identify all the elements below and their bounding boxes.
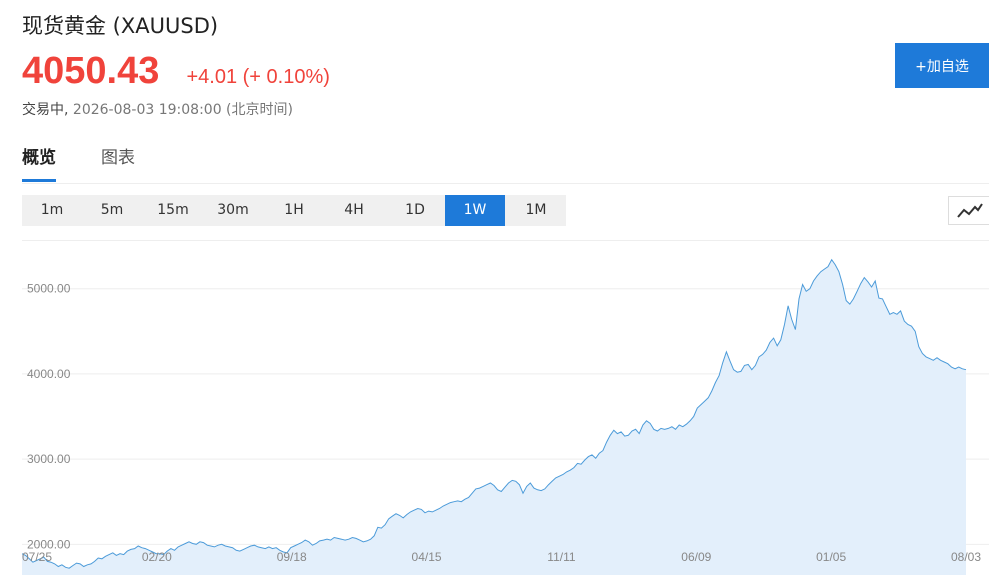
period-1mo[interactable]: 1M [506, 195, 566, 226]
price-chart[interactable]: 2000.00 3000.00 4000.00 5000.00 07/25 02/20 09… [22, 240, 989, 584]
period-1w[interactable]: 1W [445, 195, 505, 226]
period-5m[interactable]: 5m [82, 195, 142, 226]
chart-type-button[interactable] [948, 196, 989, 225]
line-chart-icon [957, 203, 983, 218]
tab-overview[interactable]: 概览 [22, 143, 56, 182]
price-row: 4050.43 +4.01 (+ 0.10%) [22, 50, 330, 94]
period-1d[interactable]: 1D [385, 195, 445, 226]
x-tick-label: 06/09 [681, 550, 711, 564]
add-to-watchlist-button[interactable]: +加自选 [895, 43, 989, 88]
x-tick-label: 04/15 [412, 550, 442, 564]
x-tick-label: 02/20 [142, 550, 172, 564]
x-tick-label: 11/11 [547, 550, 576, 564]
x-tick-label: 07/25 [22, 550, 52, 564]
x-tick-label: 08/03 [951, 550, 981, 564]
tab-chart[interactable]: 图表 [101, 143, 135, 182]
period-selector: 1m 5m 15m 30m 1H 4H 1D 1W 1M [22, 195, 566, 226]
current-price: 4050.43 [22, 50, 160, 92]
period-30m[interactable]: 30m [203, 195, 263, 226]
y-tick-label: 5000.00 [27, 282, 71, 296]
price-change: +4.01 (+ 0.10%) [186, 66, 330, 88]
period-4h[interactable]: 4H [324, 195, 384, 226]
y-tick-label: 4000.00 [27, 367, 71, 381]
y-tick-label: 3000.00 [27, 452, 71, 466]
period-1m[interactable]: 1m [22, 195, 82, 226]
x-tick-label: 09/18 [277, 550, 307, 564]
quote-timestamp: 2026-08-03 19:08:00 (北京时间) [72, 102, 293, 118]
period-15m[interactable]: 15m [143, 195, 203, 226]
page-title: 现货黄金 (XAUUSD) [22, 14, 219, 38]
status-label: 交易中, [22, 102, 69, 118]
period-1h[interactable]: 1H [264, 195, 324, 226]
tab-bar: 概览 图表 [22, 143, 989, 184]
x-tick-label: 01/05 [816, 550, 846, 564]
price-chart-svg: 2000.003000.004000.005000.0007/25 02/20 09… [22, 258, 989, 575]
price-area [22, 259, 966, 575]
trading-status: 交易中, 2026-08-03 19:08:00 (北京时间) [22, 99, 293, 119]
